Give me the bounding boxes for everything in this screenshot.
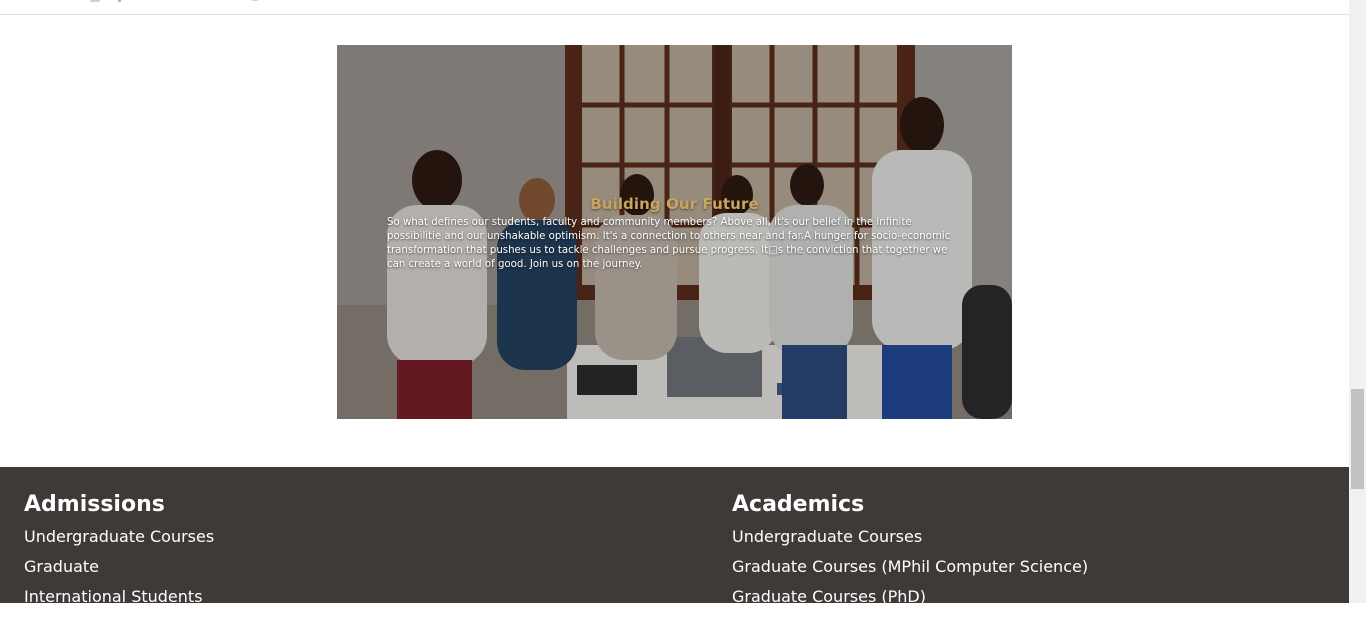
footer-link-phd[interactable]: Graduate Courses (PhD): [732, 587, 1088, 607]
footer-admissions-heading: Admissions: [24, 492, 165, 517]
scrollbar-thumb[interactable]: [1351, 389, 1364, 489]
footer-link-undergraduate-courses[interactable]: Undergraduate Courses: [732, 527, 1088, 547]
footer-link-international-students[interactable]: International Students: [24, 587, 214, 607]
nav-icon[interactable]: [252, 0, 258, 1]
footer-link-graduate[interactable]: Graduate: [24, 557, 214, 577]
hero-title: Building Our Future: [590, 195, 759, 213]
top-navigation-bar: [0, 0, 1349, 15]
nav-icon[interactable]: [90, 0, 100, 2]
footer-link-mphil-computer-science[interactable]: Graduate Courses (MPhil Computer Science…: [732, 557, 1088, 577]
footer-academics-column: Academics Undergraduate Courses Graduate…: [732, 491, 1088, 617]
nav-icon[interactable]: [118, 0, 121, 2]
hero-description: So what defines our students, faculty an…: [387, 217, 951, 270]
hero-banner: Building Our Future So what defines our …: [337, 45, 1012, 419]
footer-link-undergraduate-courses[interactable]: Undergraduate Courses: [24, 527, 214, 547]
site-footer: Admissions Undergraduate Courses Graduat…: [0, 467, 1349, 606]
footer-admissions-column: Admissions Undergraduate Courses Graduat…: [24, 491, 214, 617]
footer-academics-heading: Academics: [732, 492, 865, 517]
scrollbar-track[interactable]: [1349, 0, 1366, 603]
